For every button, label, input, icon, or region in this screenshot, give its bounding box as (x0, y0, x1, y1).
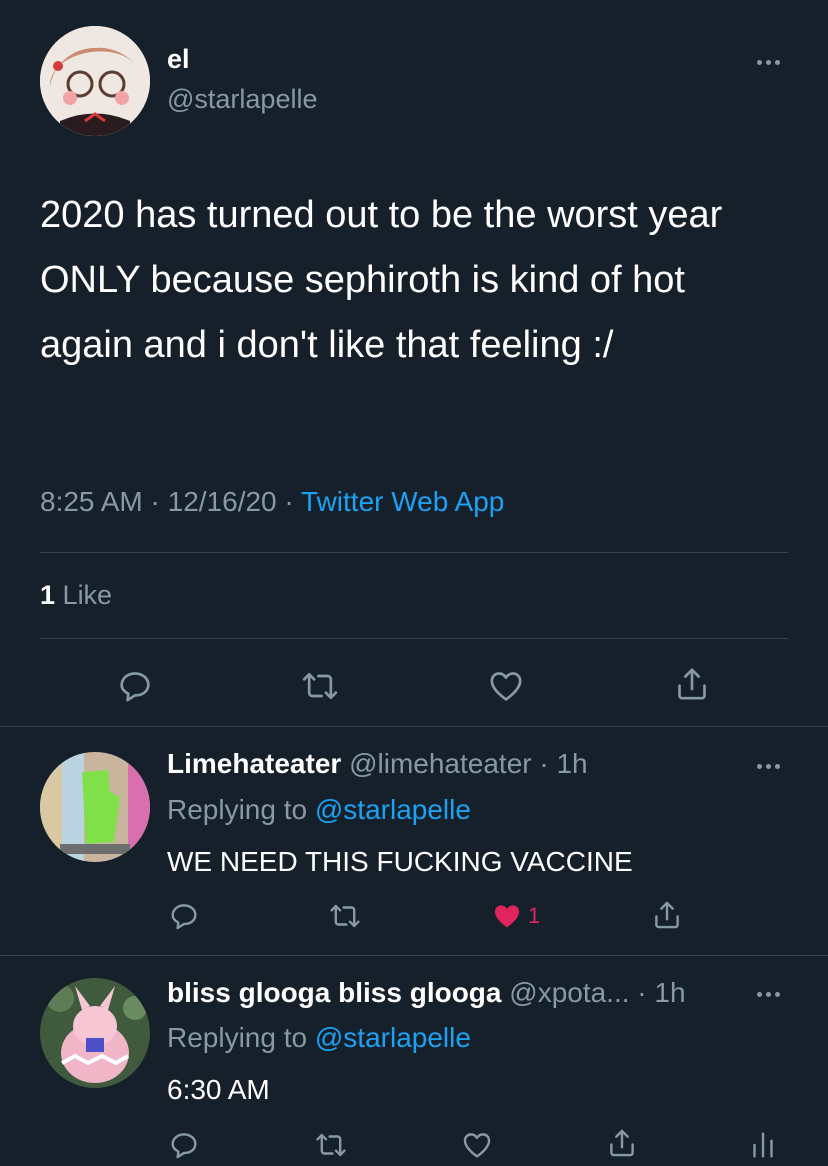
reply-text: WE NEED THIS FUCKING VACCINE (167, 846, 633, 877)
reply-handle-time[interactable]: @xpota... · 1h (509, 977, 685, 1008)
analytics-icon[interactable] (746, 1128, 780, 1162)
tweet-date: 12/16/20 (167, 486, 277, 517)
likes-count: 1 (40, 580, 56, 610)
divider (0, 726, 828, 727)
reply-icon[interactable] (167, 899, 201, 933)
reply-icon[interactable] (115, 666, 155, 706)
reply-display-name[interactable]: bliss glooga bliss glooga (167, 977, 501, 1008)
more-dots-icon[interactable] (757, 764, 780, 769)
retweet-icon[interactable] (328, 899, 362, 933)
like-icon[interactable] (460, 1128, 494, 1162)
main-tweet-display-name[interactable]: el (167, 44, 190, 75)
reply-avatar[interactable] (40, 752, 150, 862)
retweet-icon[interactable] (300, 666, 340, 706)
reply-header: Limehateater @limehateater · 1h (167, 748, 588, 780)
share-icon[interactable] (672, 664, 712, 704)
reply-display-name[interactable]: Limehateater (167, 748, 341, 779)
share-icon[interactable] (605, 1126, 639, 1160)
likes-stat[interactable]: 1 Like (40, 580, 112, 611)
replying-to-link[interactable]: @starlapelle (315, 1022, 471, 1053)
reply-like-button[interactable]: 1 (490, 899, 540, 933)
like-icon[interactable] (486, 666, 526, 706)
main-tweet-avatar[interactable] (40, 26, 150, 136)
reply-text: 6:30 AM (167, 1074, 270, 1105)
replying-prefix: Replying to (167, 794, 308, 825)
meta-separator: · (284, 486, 294, 517)
tweet-source-link[interactable]: Twitter Web App (301, 486, 504, 517)
replying-to-link[interactable]: @starlapelle (315, 794, 471, 825)
reply-header: bliss glooga bliss glooga @xpota... · 1h (167, 977, 686, 1009)
tweet-meta: 8:25 AM · 12/16/20 · Twitter Web App (40, 486, 504, 518)
share-icon[interactable] (650, 898, 684, 932)
replying-prefix: Replying to (167, 1022, 308, 1053)
divider (0, 955, 828, 956)
meta-separator: · (150, 486, 160, 517)
divider (40, 638, 788, 639)
divider (40, 552, 788, 553)
reply-like-count: 1 (528, 903, 541, 928)
main-tweet-handle[interactable]: @starlapelle (167, 84, 317, 115)
reply-icon[interactable] (167, 1128, 201, 1162)
heart-filled-icon (490, 899, 524, 933)
reply-avatar[interactable] (40, 978, 150, 1088)
likes-label: Like (62, 580, 113, 610)
replying-to-line: Replying to @starlapelle (167, 794, 471, 826)
more-dots-icon[interactable] (757, 60, 780, 65)
tweet-time: 8:25 AM (40, 486, 143, 517)
reply-handle-time[interactable]: @limehateater · 1h (349, 748, 588, 779)
replying-to-line: Replying to @starlapelle (167, 1022, 471, 1054)
more-dots-icon[interactable] (757, 992, 780, 997)
main-tweet-text: 2020 has turned out to be the worst year… (40, 194, 723, 366)
retweet-icon[interactable] (314, 1128, 348, 1162)
